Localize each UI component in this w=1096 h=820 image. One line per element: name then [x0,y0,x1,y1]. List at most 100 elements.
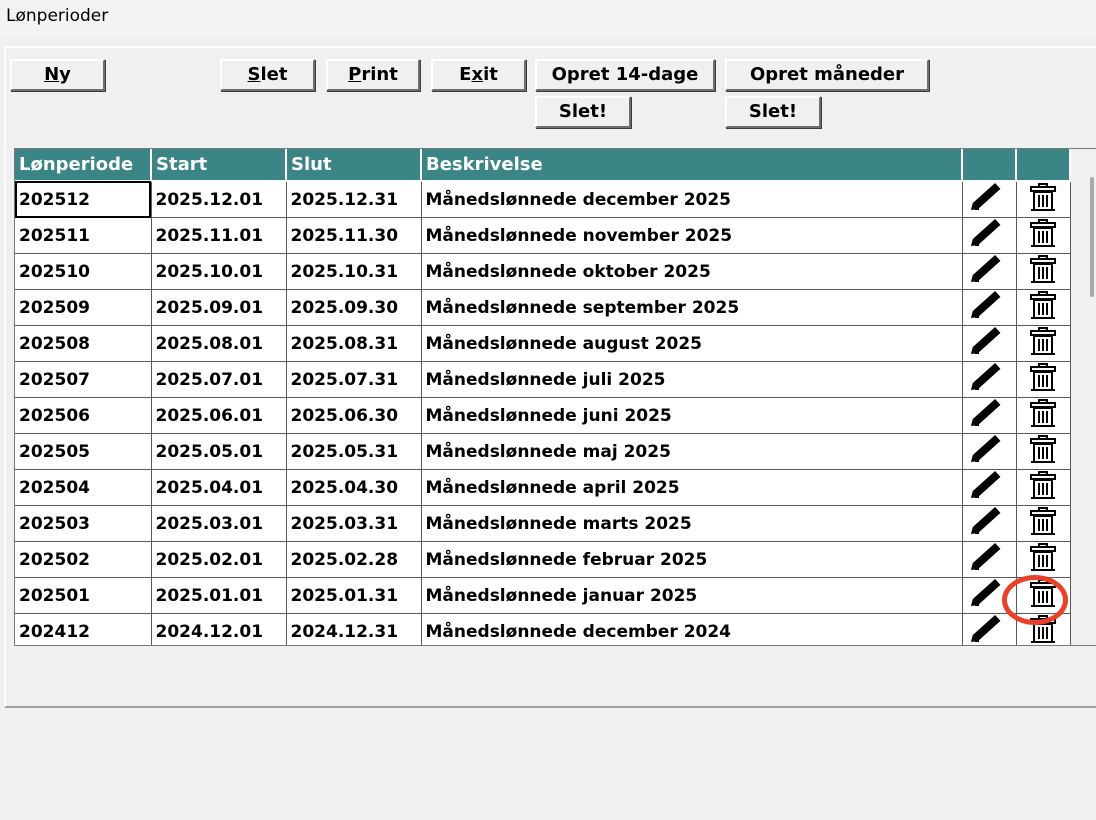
edit-cell[interactable] [962,397,1017,434]
trash-icon[interactable] [1027,615,1059,645]
delete-cell[interactable] [1016,361,1071,398]
end-cell[interactable]: 2025.10.31 [286,253,422,290]
edit-cell[interactable] [962,361,1017,398]
pencil-icon[interactable] [969,326,1009,361]
start-cell[interactable]: 2025.07.01 [151,361,287,398]
edit-cell[interactable] [962,433,1017,470]
table-row[interactable]: 202504 2025.04.01 2025.04.30 Månedslønnede … [15,469,1071,506]
delete-cell[interactable] [1016,577,1071,614]
column-header-start[interactable]: Start [151,149,287,182]
delete-cell[interactable] [1016,613,1071,645]
description-cell[interactable]: Månedslønnede september 2025 [421,289,963,326]
delete-cell[interactable] [1016,253,1071,290]
trash-icon[interactable] [1027,183,1059,217]
start-cell[interactable]: 2025.02.01 [151,541,287,578]
end-cell[interactable]: 2025.05.31 [286,433,422,470]
pencil-icon[interactable] [969,434,1009,469]
delete-cell[interactable] [1016,181,1071,218]
table-row[interactable]: 202412 2024.12.01 2024.12.31 Månedslønnede … [15,613,1071,645]
description-cell[interactable]: Månedslønnede januar 2025 [421,577,963,614]
delete-cell[interactable] [1016,325,1071,362]
trash-icon[interactable] [1027,327,1059,361]
trash-icon[interactable] [1027,219,1059,253]
vertical-scrollbar[interactable] [1087,149,1096,645]
edit-cell[interactable] [962,505,1017,542]
edit-cell[interactable] [962,325,1017,362]
description-cell[interactable]: Månedslønnede februar 2025 [421,541,963,578]
start-cell[interactable]: 2025.01.01 [151,577,287,614]
edit-cell[interactable] [962,469,1017,506]
scrollbar-thumb[interactable] [1090,177,1094,297]
end-cell[interactable]: 2024.12.31 [286,613,422,645]
edit-cell[interactable] [962,577,1017,614]
period-cell[interactable]: 202504 [15,469,152,506]
delete-cell[interactable] [1016,289,1071,326]
delete-cell[interactable] [1016,469,1071,506]
pencil-icon[interactable] [969,614,1009,645]
table-row[interactable]: 202503 2025.03.01 2025.03.31 Månedslønnede … [15,505,1071,542]
pencil-icon[interactable] [969,542,1009,577]
delete-14-day-button[interactable]: Slet! [535,96,631,128]
start-cell[interactable]: 2025.04.01 [151,469,287,506]
trash-icon[interactable] [1027,471,1059,505]
delete-cell[interactable] [1016,505,1071,542]
start-cell[interactable]: 2025.11.01 [151,217,287,254]
period-cell[interactable]: 202510 [15,253,152,290]
delete-cell[interactable] [1016,217,1071,254]
period-cell[interactable]: 202501 [15,577,152,614]
pencil-icon[interactable] [969,362,1009,397]
pencil-icon[interactable] [969,506,1009,541]
end-cell[interactable]: 2025.08.31 [286,325,422,362]
pencil-icon[interactable] [969,578,1009,613]
description-cell[interactable]: Månedslønnede juni 2025 [421,397,963,434]
period-cell[interactable]: 202511 [15,217,152,254]
table-row[interactable]: 202509 2025.09.01 2025.09.30 Månedslønnede … [15,289,1071,326]
trash-icon[interactable] [1027,543,1059,577]
description-cell[interactable]: Månedslønnede april 2025 [421,469,963,506]
end-cell[interactable]: 2025.04.30 [286,469,422,506]
start-cell[interactable]: 2025.12.01 [151,181,287,218]
end-cell[interactable]: 2025.12.31 [286,181,422,218]
start-cell[interactable]: 2025.03.01 [151,505,287,542]
trash-icon[interactable] [1027,507,1059,541]
table-row[interactable]: 202505 2025.05.01 2025.05.31 Månedslønnede … [15,433,1071,470]
period-cell[interactable]: 202412 [15,613,152,645]
description-cell[interactable]: Månedslønnede august 2025 [421,325,963,362]
create-14-day-button[interactable]: Opret 14-dage [535,59,715,91]
trash-icon[interactable] [1027,579,1059,613]
table-row[interactable]: 202502 2025.02.01 2025.02.28 Månedslønnede … [15,541,1071,578]
print-button[interactable]: Print [326,59,420,91]
table-row[interactable]: 202512 2025.12.01 2025.12.31 Månedslønnede … [15,181,1071,218]
exit-button[interactable]: Exit [431,59,526,91]
pencil-icon[interactable] [969,218,1009,253]
edit-cell[interactable] [962,253,1017,290]
start-cell[interactable]: 2025.10.01 [151,253,287,290]
start-cell[interactable]: 2024.12.01 [151,613,287,645]
table-row[interactable]: 202501 2025.01.01 2025.01.31 Månedslønnede … [15,577,1071,614]
start-cell[interactable]: 2025.08.01 [151,325,287,362]
description-cell[interactable]: Månedslønnede marts 2025 [421,505,963,542]
edit-cell[interactable] [962,541,1017,578]
period-cell[interactable]: 202512 [15,181,152,218]
delete-months-button[interactable]: Slet! [725,96,821,128]
trash-icon[interactable] [1027,399,1059,433]
description-cell[interactable]: Månedslønnede maj 2025 [421,433,963,470]
edit-cell[interactable] [962,181,1017,218]
end-cell[interactable]: 2025.01.31 [286,577,422,614]
end-cell[interactable]: 2025.11.30 [286,217,422,254]
table-row[interactable]: 202510 2025.10.01 2025.10.31 Månedslønnede … [15,253,1071,290]
end-cell[interactable]: 2025.02.28 [286,541,422,578]
description-cell[interactable]: Månedslønnede juli 2025 [421,361,963,398]
period-cell[interactable]: 202505 [15,433,152,470]
edit-cell[interactable] [962,613,1017,645]
trash-icon[interactable] [1027,363,1059,397]
period-cell[interactable]: 202507 [15,361,152,398]
delete-cell[interactable] [1016,433,1071,470]
pencil-icon[interactable] [969,182,1009,217]
description-cell[interactable]: Månedslønnede december 2024 [421,613,963,645]
pencil-icon[interactable] [969,290,1009,325]
end-cell[interactable]: 2025.03.31 [286,505,422,542]
start-cell[interactable]: 2025.09.01 [151,289,287,326]
description-cell[interactable]: Månedslønnede december 2025 [421,181,963,218]
table-row[interactable]: 202507 2025.07.01 2025.07.31 Månedslønnede … [15,361,1071,398]
